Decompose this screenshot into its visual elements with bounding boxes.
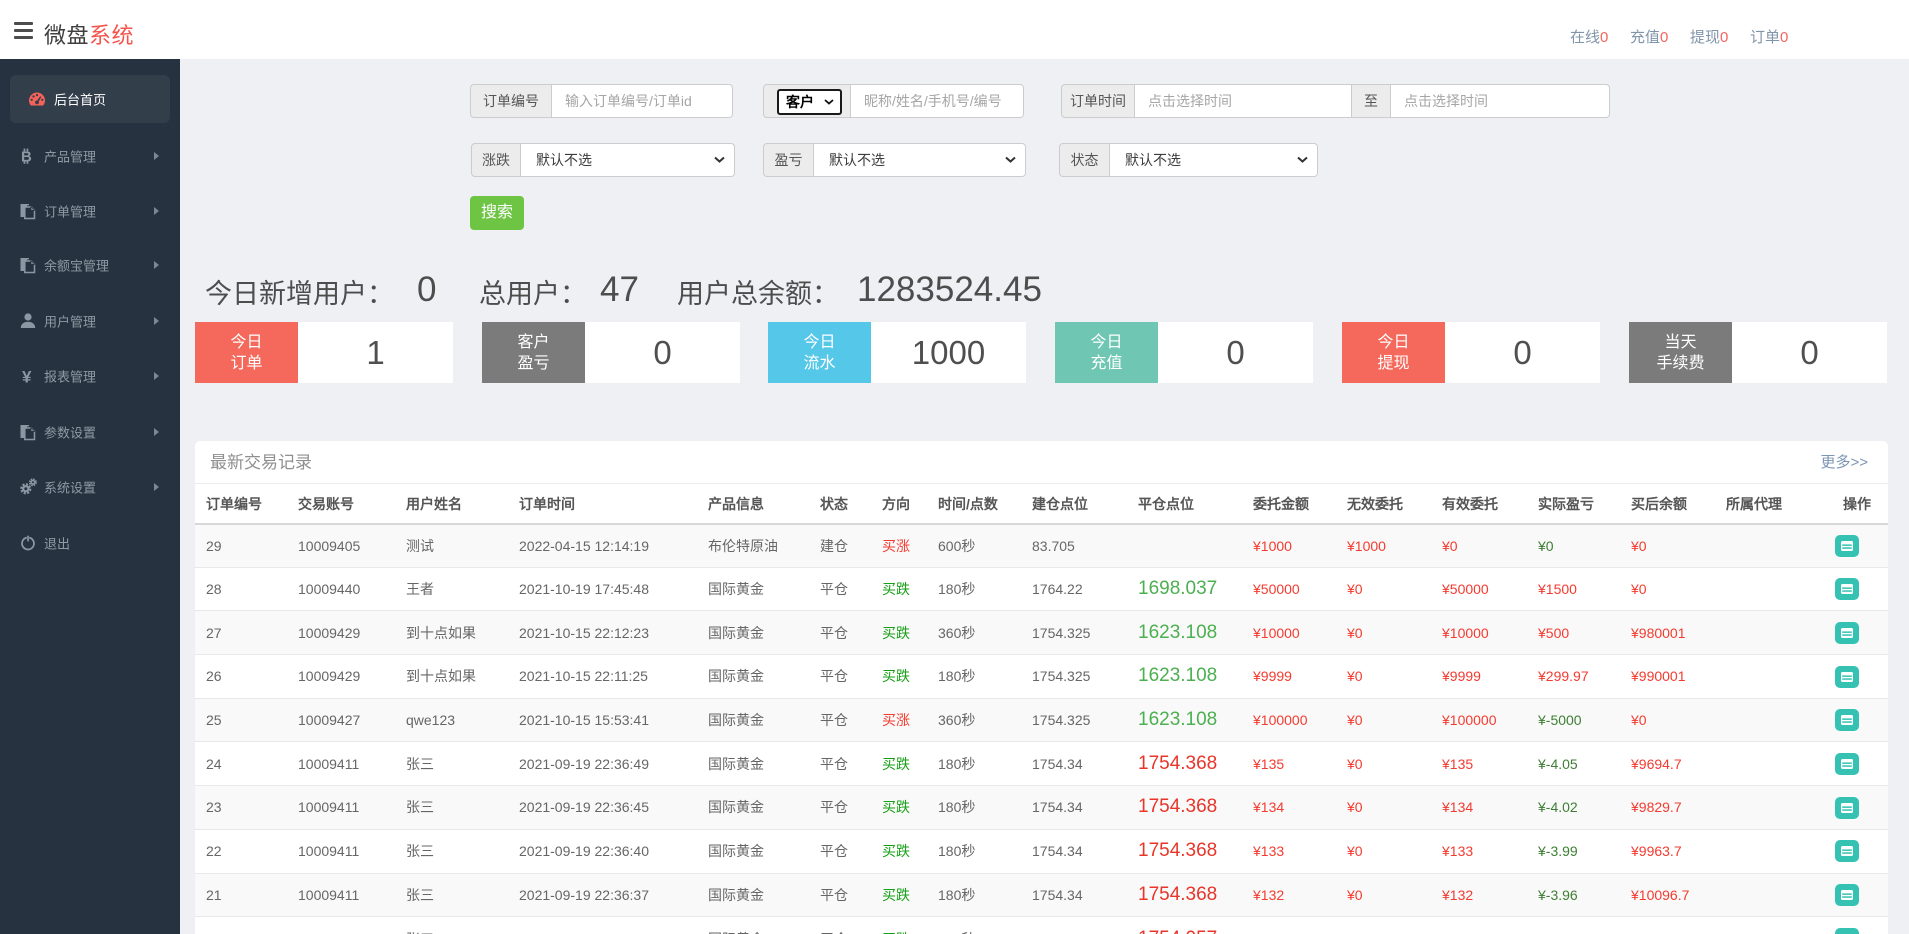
svg-text:¥: ¥ [22,368,32,386]
svg-text:B: B [21,149,32,165]
